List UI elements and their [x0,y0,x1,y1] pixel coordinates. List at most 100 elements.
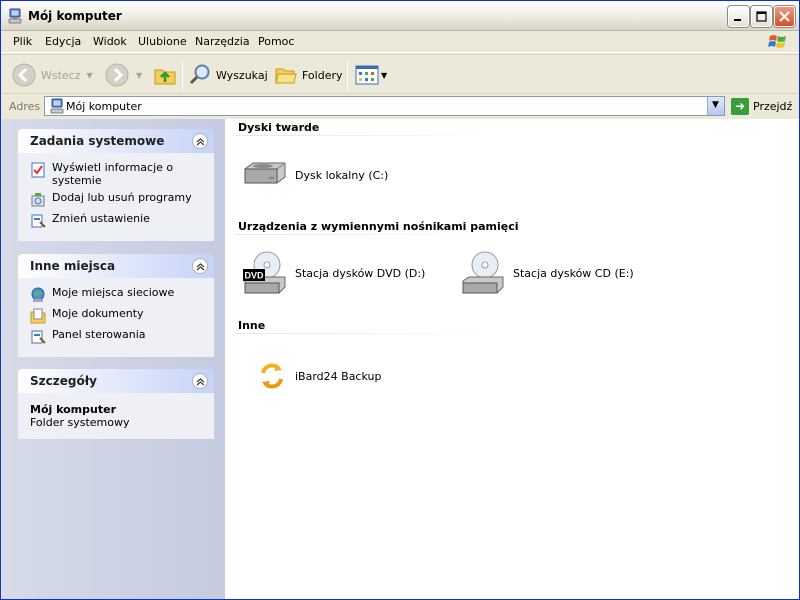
task-label: Zmień ustawienie [52,212,150,225]
address-value: Mój komputer [66,100,142,113]
drive-c[interactable]: Dysk lokalny (C:) [241,159,388,191]
backup-sync-icon [261,363,283,389]
minimize-icon [734,19,741,21]
maximize-button[interactable] [751,6,772,27]
add-remove-programs-icon [31,193,45,207]
views-button[interactable]: ▼ [355,61,387,89]
system-tasks-header[interactable]: Zadania systemowe [18,129,214,153]
toolbar-separator [347,60,348,90]
menu-view[interactable]: Widok [93,35,127,48]
drive-cd[interactable]: Stacja dysków CD (E:) [459,249,634,297]
item-label: iBard24 Backup [295,369,382,383]
place-documents[interactable]: Moje dokumenty [30,307,206,324]
group-other-title: Inne [238,319,266,332]
other-places-panel: Inne miejsca Moje miejsca sieciowe Moje … [18,254,214,357]
menu-edit[interactable]: Edycja [45,35,81,48]
collapse-button[interactable] [192,373,208,389]
place-label: Moje miejsca sieciowe [52,286,175,299]
cd-drive-icon [462,251,504,294]
drive-dvd[interactable]: DVD Stacja dysków DVD (D:) [241,249,425,297]
system-tasks-panel: Zadania systemowe Wyświetl informacje o … [18,129,214,241]
title-bar[interactable]: Mój komputer [1,1,799,31]
address-dropdown-button[interactable]: ▼ [707,97,724,115]
details-panel: Szczegóły Mój komputer Folder systemowy [18,369,214,439]
search-button[interactable]: Wyszukaj [188,61,268,89]
chevron-down-icon: ▼ [712,100,719,110]
details-type: Folder systemowy [30,416,130,429]
other-places-header[interactable]: Inne miejsca [18,254,214,278]
place-control-panel[interactable]: Panel sterowania [30,328,206,345]
folders-button[interactable]: Foldery [274,61,343,89]
window-title: Mój komputer [28,9,122,23]
go-button[interactable]: ➜ Przejdź [731,97,792,115]
panel-title: Inne miejsca [30,259,116,273]
group-divider [235,333,505,334]
collapse-button[interactable] [192,133,208,149]
explorer-window: Mój komputer Plik Edycja Widok Ulubione … [0,0,800,600]
chevron-up-icon [196,378,205,386]
go-arrow-icon: ➜ [731,97,749,115]
back-dropdown-icon[interactable]: ▼ [87,71,93,80]
folders-icon [275,68,297,84]
menu-favorites[interactable]: Ulubione [138,35,187,48]
group-removable-title: Urządzenia z wymiennymi nośnikami pamięc… [238,220,519,233]
toolbar: Wstecz ▼ ▼ Wyszukaj Foldery ▼ [1,54,799,94]
details-body: Mój komputer Folder systemowy [18,393,214,439]
system-tasks-body: Wyświetl informacje o systemie Dodaj lub… [18,153,214,241]
panel-title: Szczegóły [30,374,97,388]
place-label: Panel sterowania [52,328,146,341]
close-button[interactable] [774,6,795,27]
control-panel-icon [31,214,46,228]
menu-help[interactable]: Pomoc [258,35,294,48]
my-computer-icon [8,8,22,24]
control-panel-icon [31,330,46,344]
menu-bar: Plik Edycja Widok Ulubione Narzędzia Pom… [1,31,799,53]
collapse-button[interactable] [192,258,208,274]
back-button[interactable]: Wstecz ▼ [11,61,93,89]
address-label: Adres [9,100,41,113]
network-places-icon [31,287,45,302]
task-add-remove-programs[interactable]: Dodaj lub usuń programy [30,191,206,208]
forward-arrow-icon [105,63,129,87]
chevron-up-icon [196,138,205,146]
my-documents-icon [30,308,46,324]
search-label: Wyszukaj [216,68,268,82]
place-label: Moje dokumenty [52,307,144,320]
dvd-badge: DVD [244,271,264,281]
close-icon [779,11,790,22]
task-pane: Zadania systemowe Wyświetl informacje o … [2,119,225,599]
group-divider [235,135,505,136]
hard-drive-icon [244,162,286,184]
content-pane: Dyski twarde Dysk lokalny (C:) Urządzeni… [225,119,799,599]
my-computer-icon [50,98,64,114]
group-hard-drives-title: Dyski twarde [238,121,320,134]
search-icon [189,64,210,85]
ibard-backup[interactable]: iBard24 Backup [257,361,381,391]
menu-tools[interactable]: Narzędzia [195,35,250,48]
maximize-icon [756,11,767,22]
task-system-info[interactable]: Wyświetl informacje o systemie [30,161,206,187]
address-bar: Adres Mój komputer ▼ ➜ Przejdź [1,95,799,119]
back-arrow-icon [12,63,36,87]
go-label: Przejdź [753,99,793,113]
details-header[interactable]: Szczegóły [18,369,214,393]
drive-label: Dysk lokalny (C:) [295,168,389,182]
toolbar-separator [182,60,183,90]
folder-up-icon [154,69,176,85]
up-button[interactable] [153,61,177,89]
minimize-button[interactable] [728,6,749,27]
views-icon [355,65,379,85]
details-name: Mój komputer [30,403,116,416]
drive-label: Stacja dysków CD (E:) [513,266,634,280]
task-label: Wyświetl informacje o systemie [52,161,174,187]
forward-dropdown-icon[interactable]: ▼ [136,71,142,80]
place-network[interactable]: Moje miejsca sieciowe [30,286,206,303]
chevron-up-icon [196,263,205,271]
views-dropdown-icon[interactable]: ▼ [381,71,387,80]
task-label: Dodaj lub usuń programy [52,191,192,204]
menu-file[interactable]: Plik [13,35,32,48]
system-info-icon [31,162,45,178]
forward-button[interactable]: ▼ [104,61,142,89]
task-change-setting[interactable]: Zmień ustawienie [30,212,206,229]
address-input[interactable]: Mój komputer ▼ [44,96,725,116]
